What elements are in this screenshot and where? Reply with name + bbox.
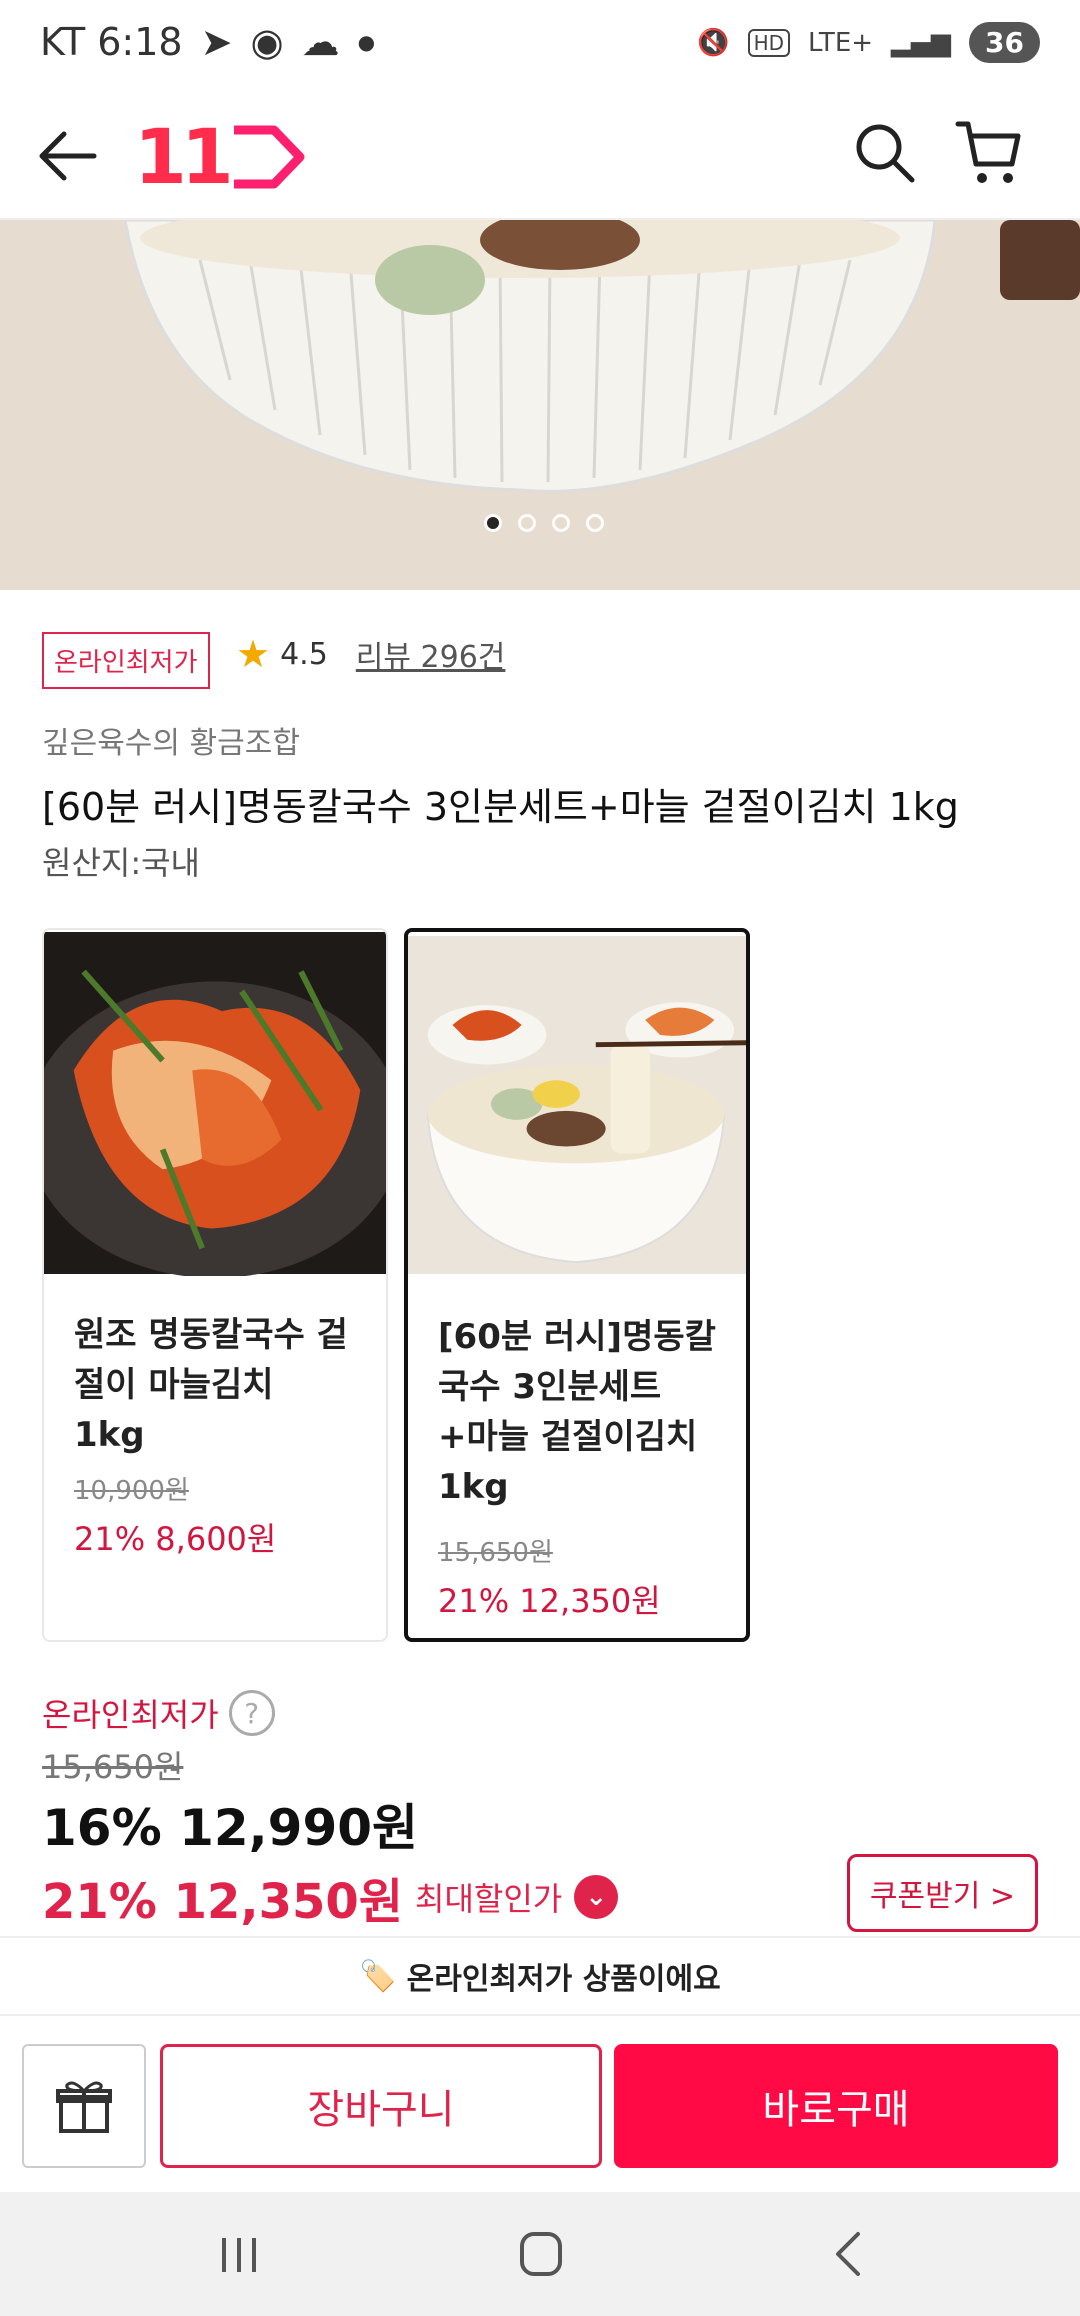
- kimchi-image: [44, 932, 386, 1276]
- price-label: 온라인최저가 ?: [42, 1690, 275, 1736]
- noodle-set-image: [408, 936, 746, 1274]
- max-discount-value: 21% 12,350원: [42, 1874, 403, 1930]
- option-name: 원조 명동칼국수 겉절이 마늘김치 1kg: [74, 1315, 348, 1455]
- app-icon: ◉: [250, 20, 284, 64]
- carousel-indicator: [484, 514, 604, 532]
- rating-value: 4.5: [280, 636, 328, 672]
- system-nav-bar: [0, 2192, 1080, 2316]
- product-image-carousel[interactable]: [0, 220, 1080, 590]
- seller-name[interactable]: 깊은육수의 황금조합: [42, 718, 300, 762]
- option-sale-price: 21% 12,350원: [438, 1582, 661, 1620]
- add-to-cart-button[interactable]: 장바구니: [160, 2044, 602, 2168]
- option-original-price: 10,900원: [74, 1476, 189, 1506]
- option-name: [60분 러시]명동칼국수 3인분세트+마늘 겉절이김치 1kg: [438, 1317, 716, 1507]
- recent-apps-icon[interactable]: [216, 2232, 262, 2278]
- telegram-icon: ➤: [200, 20, 233, 64]
- get-coupon-button[interactable]: 쿠폰받기 >: [846, 1854, 1038, 1932]
- carousel-dot[interactable]: [552, 514, 570, 532]
- logo-chevron-icon: [233, 125, 305, 188]
- weather-icon: ☁: [301, 20, 340, 64]
- original-price: 15,650원: [42, 1748, 184, 1786]
- status-bar: KT 6:18 ➤ ◉ ☁ ● 🔇 HD LTE+ ▂▄▆ 36: [0, 0, 1080, 90]
- logo-text: 11: [134, 112, 234, 201]
- product-origin: 원산지:국내: [42, 844, 200, 882]
- tag-icon: 🏷️: [359, 1958, 397, 1994]
- max-discount-label: 최대할인가: [415, 1880, 563, 1918]
- carousel-dot[interactable]: [586, 514, 604, 532]
- lowest-price-notice: 🏷️ 온라인최저가 상품이에요: [0, 1936, 1080, 2016]
- search-icon[interactable]: [852, 120, 918, 186]
- star-icon: ★: [236, 632, 271, 676]
- notification-dot-icon: ●: [357, 30, 376, 54]
- chevron-down-icon[interactable]: ⌄: [574, 1875, 619, 1919]
- option-sale-price: 21% 8,600원: [74, 1520, 277, 1558]
- carousel-dot[interactable]: [484, 514, 502, 532]
- status-right: 🔇 HD LTE+ ▂▄▆ 36: [697, 22, 1040, 63]
- option-original-price: 15,650원: [438, 1538, 553, 1568]
- help-icon[interactable]: ?: [228, 1690, 275, 1736]
- app-logo[interactable]: 11: [134, 112, 306, 201]
- network-label: LTE+: [808, 27, 874, 58]
- buy-now-button[interactable]: 바로구매: [614, 2044, 1058, 2168]
- lowest-price-badge: 온라인최저가: [42, 632, 210, 689]
- app-header: 11: [0, 90, 1080, 220]
- status-left: KT 6:18 ➤ ◉ ☁ ●: [40, 20, 375, 64]
- home-icon[interactable]: [518, 2230, 564, 2278]
- product-title: [60분 러시]명동칼국수 3인분세트+마늘 겉절이김치 1kg: [42, 785, 959, 829]
- back-icon[interactable]: [828, 2230, 868, 2278]
- option-card[interactable]: 원조 명동칼국수 겉절이 마늘김치 1kg 10,900원 21% 8,600원: [42, 928, 388, 1642]
- carrier-time: KT 6:18: [40, 20, 183, 64]
- review-link[interactable]: 리뷰 296건: [356, 632, 506, 676]
- notice-text: 온라인최저가 상품이에요: [406, 1962, 721, 1997]
- signal-icon: ▂▄▆: [891, 27, 952, 58]
- current-price: 16% 12,990원: [42, 1799, 419, 1857]
- rating: ★ 4.5 리뷰 296건: [236, 632, 505, 676]
- mute-icon: 🔇: [697, 27, 730, 58]
- max-discount-price: 21% 12,350원 최대할인가 ⌄: [42, 1862, 619, 1932]
- cart-icon[interactable]: [954, 116, 1024, 190]
- battery-badge: 36: [969, 22, 1040, 63]
- carousel-dot[interactable]: [518, 514, 536, 532]
- back-arrow-icon[interactable]: [36, 126, 100, 186]
- gift-button[interactable]: [22, 2044, 146, 2168]
- hd-icon: HD: [747, 28, 791, 57]
- option-card-selected[interactable]: [60분 러시]명동칼국수 3인분세트+마늘 겉절이김치 1kg 15,650원…: [404, 928, 750, 1642]
- price-label-text: 온라인최저가: [42, 1696, 219, 1734]
- noodle-bowl-image: [0, 220, 1080, 590]
- gift-icon: [56, 2081, 112, 2133]
